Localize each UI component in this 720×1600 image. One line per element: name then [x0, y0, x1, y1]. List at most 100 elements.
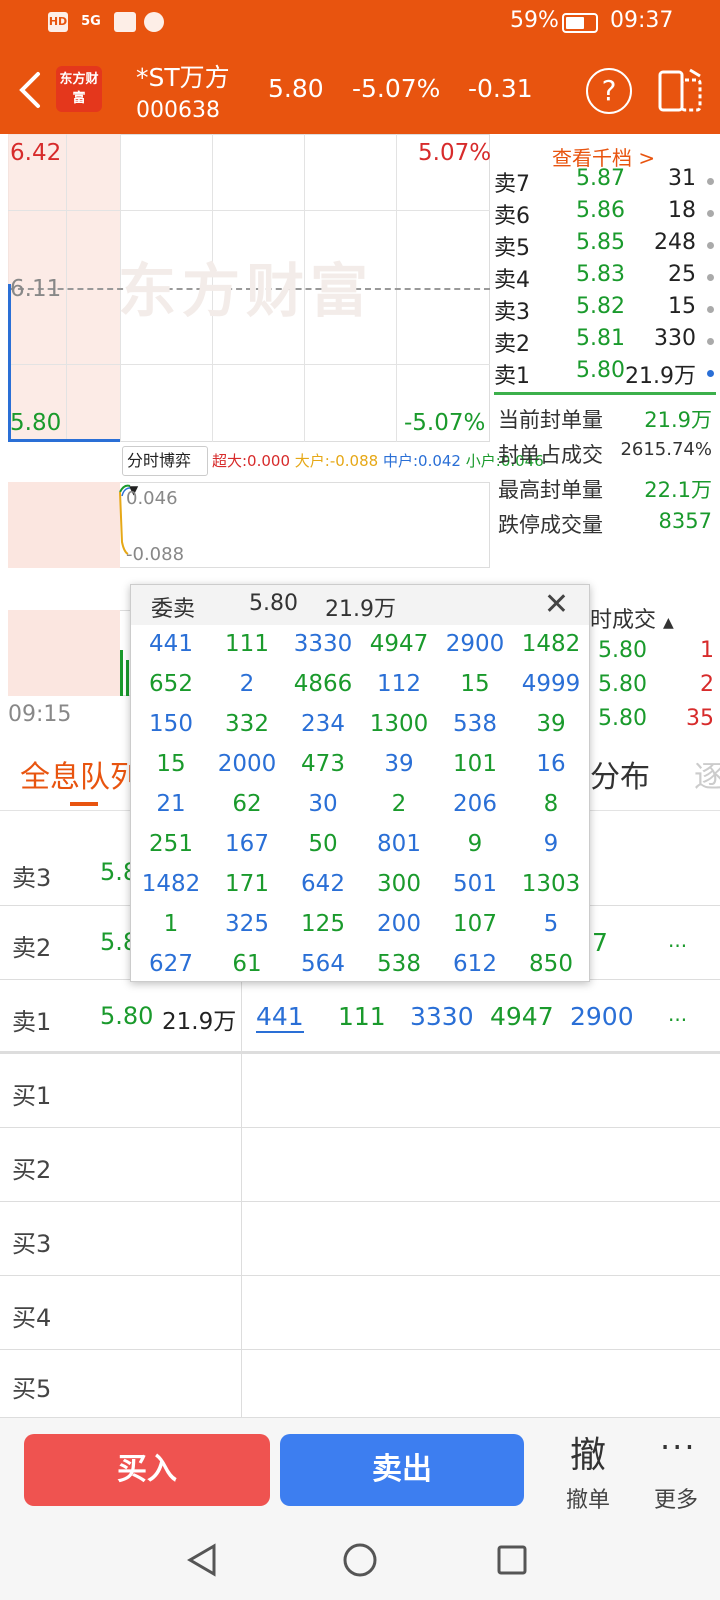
- popup-order-cell[interactable]: 111: [209, 631, 285, 657]
- tab-distribution[interactable]: 分布: [590, 752, 650, 796]
- popup-order-cell[interactable]: 627: [133, 951, 209, 977]
- popup-order-cell[interactable]: 3330: [285, 631, 361, 657]
- queue-row[interactable]: 卖1 5.80 21.9万 441 111 3330 4947 2900...: [0, 980, 720, 1054]
- popup-order-cell[interactable]: 234: [285, 711, 361, 737]
- help-icon[interactable]: ?: [586, 68, 632, 114]
- close-icon[interactable]: ✕: [544, 587, 569, 622]
- queue-row[interactable]: 买5: [0, 1350, 720, 1418]
- queue-row[interactable]: 买4: [0, 1276, 720, 1350]
- more-orders-button[interactable]: ...: [668, 928, 687, 952]
- popup-order-cell[interactable]: 564: [285, 951, 361, 977]
- queue-row[interactable]: 买2: [0, 1128, 720, 1202]
- nav-recents-icon[interactable]: [496, 1544, 528, 1576]
- popup-order-cell[interactable]: 4866: [285, 671, 361, 697]
- popup-order-cell[interactable]: 325: [209, 911, 285, 937]
- popup-order-cell[interactable]: 101: [437, 751, 513, 777]
- cancel-order-label[interactable]: 撤单: [566, 1482, 610, 1514]
- sell-queue-popup[interactable]: 委卖 5.80 21.9万 ✕ 441 111 3330 4947 2900 1482 65…: [130, 584, 590, 982]
- popup-order-cell[interactable]: 206: [437, 791, 513, 817]
- popup-order-cell[interactable]: 642: [285, 871, 361, 897]
- popup-order-cell[interactable]: 1: [133, 911, 209, 937]
- seal-stat-row: 当前封单量 21.9万: [498, 404, 712, 434]
- ask-row[interactable]: 卖2 5.81 330: [494, 326, 716, 358]
- queue-row[interactable]: 买3: [0, 1202, 720, 1276]
- popup-order-cell[interactable]: 1300: [361, 711, 437, 737]
- popup-order-cell[interactable]: 5: [513, 911, 589, 937]
- popup-order-cell[interactable]: 30: [285, 791, 361, 817]
- queue-order-item[interactable]: 2900: [570, 1002, 634, 1031]
- popup-order-cell[interactable]: 300: [361, 871, 437, 897]
- app-logo: 东方财富: [56, 66, 102, 112]
- queue-order-item[interactable]: 4947: [490, 1002, 554, 1031]
- popup-order-cell[interactable]: 2900: [437, 631, 513, 657]
- seal-stat-row: 跌停成交量 8357: [498, 509, 712, 539]
- popup-order-cell[interactable]: 2: [361, 791, 437, 817]
- popup-order-cell[interactable]: 112: [361, 671, 437, 697]
- popup-order-cell[interactable]: 4999: [513, 671, 589, 697]
- popup-order-cell[interactable]: 1482: [133, 871, 209, 897]
- popup-order-cell[interactable]: 9: [513, 831, 589, 857]
- popup-order-cell[interactable]: 15: [133, 751, 209, 777]
- popup-order-cell[interactable]: 538: [361, 951, 437, 977]
- popup-order-cell[interactable]: 125: [285, 911, 361, 937]
- cancel-order-icon[interactable]: 撤: [570, 1426, 606, 1478]
- popup-order-cell[interactable]: 251: [133, 831, 209, 857]
- popup-order-cell[interactable]: 171: [209, 871, 285, 897]
- popup-order-cell[interactable]: 1482: [513, 631, 589, 657]
- popup-order-cell[interactable]: 39: [361, 751, 437, 777]
- popup-order-cell[interactable]: 107: [437, 911, 513, 937]
- ask-row[interactable]: 卖1 5.80 21.9万: [494, 358, 716, 390]
- more-label[interactable]: 更多: [654, 1482, 698, 1514]
- ask-volume: 21.9万: [625, 364, 696, 389]
- popup-order-cell[interactable]: 441: [133, 631, 209, 657]
- popup-order-cell[interactable]: 850: [513, 951, 589, 977]
- buy-button[interactable]: 买入: [24, 1434, 270, 1506]
- more-icon[interactable]: ···: [660, 1428, 697, 1466]
- popup-order-cell[interactable]: 39: [513, 711, 589, 737]
- more-orders-button[interactable]: ...: [668, 1002, 687, 1026]
- popup-order-cell[interactable]: 8: [513, 791, 589, 817]
- popup-order-cell[interactable]: 50: [285, 831, 361, 857]
- tab-tick[interactable]: 逐: [694, 752, 720, 796]
- popup-order-cell[interactable]: 652: [133, 671, 209, 697]
- popup-order-cell[interactable]: 4947: [361, 631, 437, 657]
- popup-order-cell[interactable]: 9: [437, 831, 513, 857]
- nav-back-icon[interactable]: [186, 1542, 220, 1578]
- tab-full-queue[interactable]: 全息队列: [20, 752, 140, 796]
- popup-order-cell[interactable]: 332: [209, 711, 285, 737]
- queue-order-item[interactable]: 441: [256, 1002, 304, 1033]
- trades-header[interactable]: 时成交 ▲: [590, 602, 674, 634]
- queue-row[interactable]: 买1: [0, 1054, 720, 1128]
- popup-order-cell[interactable]: 167: [209, 831, 285, 857]
- queue-order-item[interactable]: 3330: [410, 1002, 474, 1031]
- popup-order-cell[interactable]: 200: [361, 911, 437, 937]
- popup-order-cell[interactable]: 473: [285, 751, 361, 777]
- ask-volume: 15: [668, 294, 696, 319]
- popup-order-cell[interactable]: 62: [209, 791, 285, 817]
- popup-order-cell[interactable]: 2000: [209, 751, 285, 777]
- popup-order-cell[interactable]: 538: [437, 711, 513, 737]
- queue-order-item[interactable]: 7: [592, 928, 608, 957]
- back-arrow-icon[interactable]: [14, 70, 48, 110]
- ask-row[interactable]: 卖3 5.82 15: [494, 294, 716, 326]
- popup-order-cell[interactable]: 15: [437, 671, 513, 697]
- popup-order-cell[interactable]: 150: [133, 711, 209, 737]
- ask-row[interactable]: 卖6 5.86 18: [494, 198, 716, 230]
- popup-order-cell[interactable]: 1303: [513, 871, 589, 897]
- active-tab-indicator: [70, 802, 98, 806]
- queue-order-item[interactable]: 111: [338, 1002, 386, 1031]
- ask-row[interactable]: 卖4 5.83 25: [494, 262, 716, 294]
- nav-home-icon[interactable]: [342, 1542, 378, 1578]
- ask-row[interactable]: 卖7 5.87 31: [494, 166, 716, 198]
- popup-order-cell[interactable]: 61: [209, 951, 285, 977]
- popup-order-cell[interactable]: 21: [133, 791, 209, 817]
- popup-order-cell[interactable]: 2: [209, 671, 285, 697]
- popup-order-cell[interactable]: 501: [437, 871, 513, 897]
- popup-order-cell[interactable]: 612: [437, 951, 513, 977]
- layout-switch-icon[interactable]: [656, 66, 704, 114]
- indicator-dropdown[interactable]: 分时博弈 ▼: [122, 446, 208, 497]
- sell-button[interactable]: 卖出: [280, 1434, 524, 1506]
- popup-order-cell[interactable]: 801: [361, 831, 437, 857]
- ask-row[interactable]: 卖5 5.85 248: [494, 230, 716, 262]
- popup-order-cell[interactable]: 16: [513, 751, 589, 777]
